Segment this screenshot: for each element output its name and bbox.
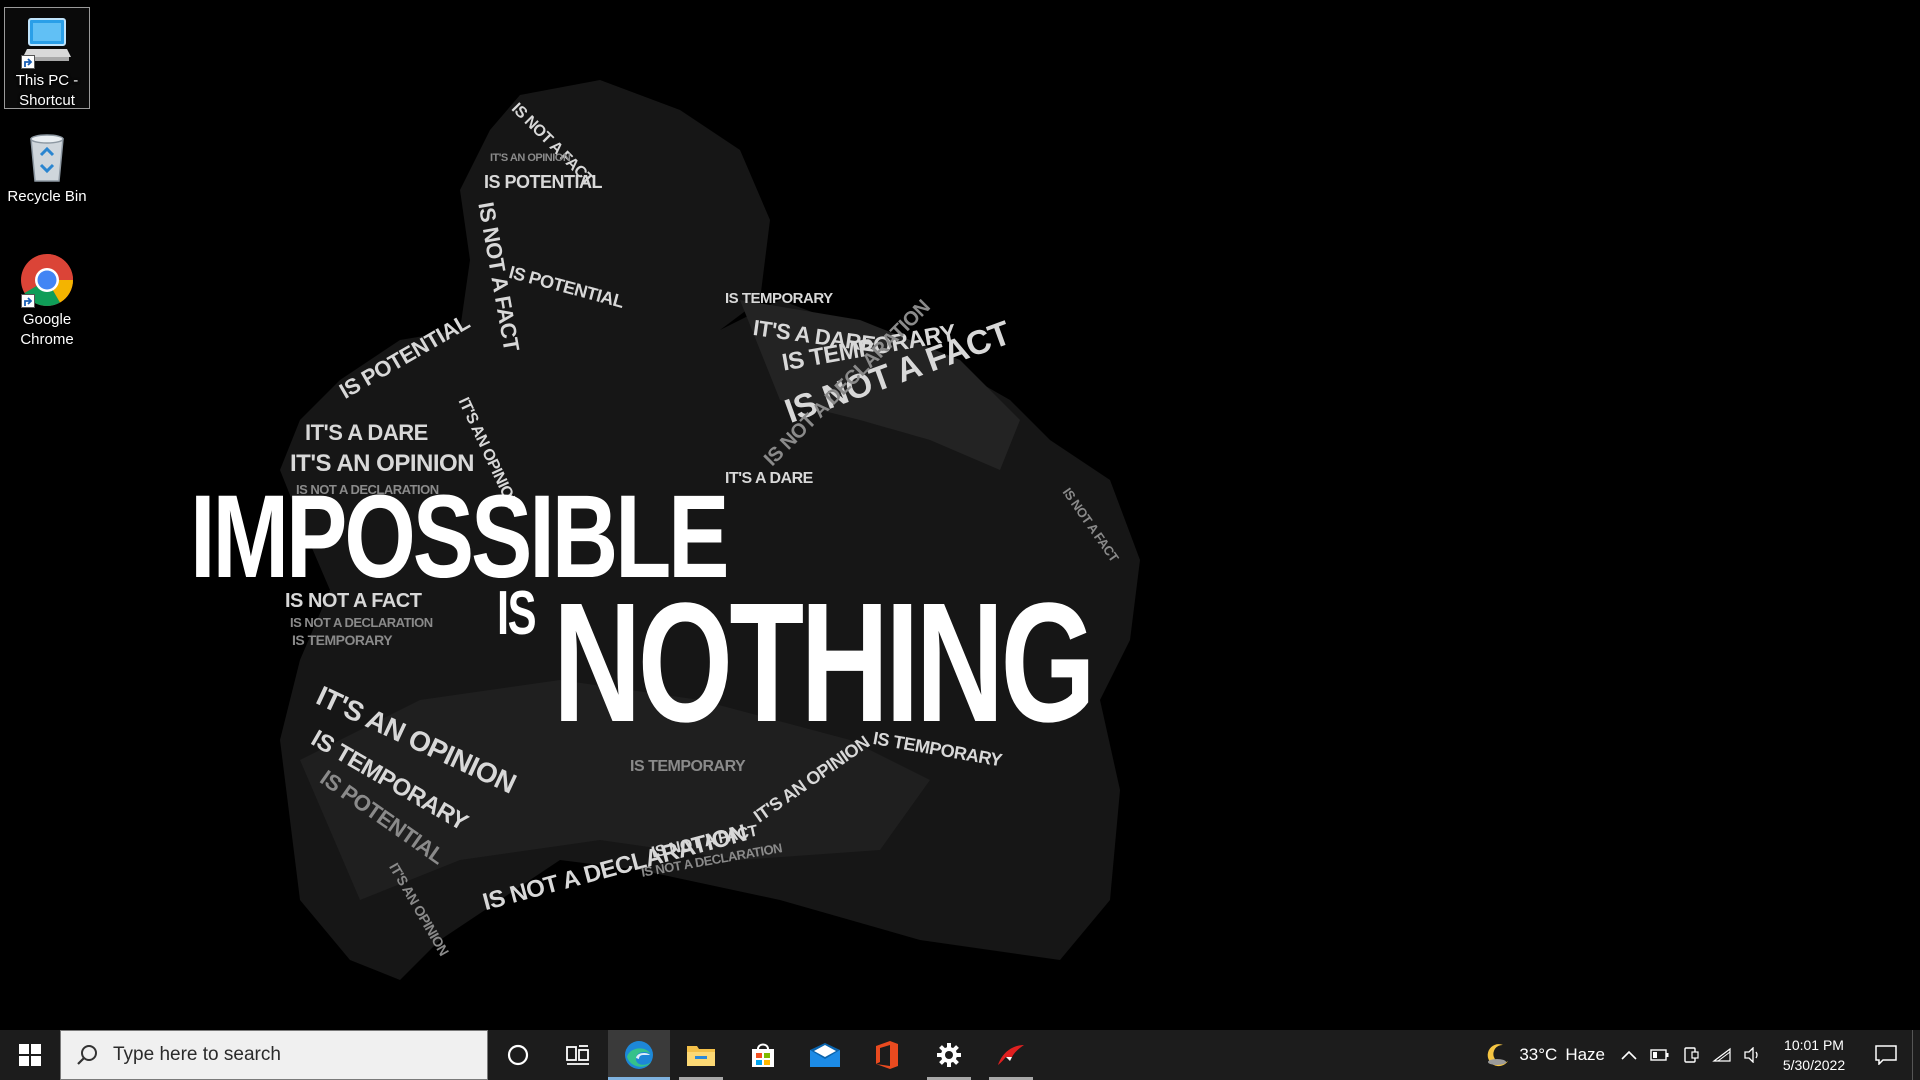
taskbar-app-mail[interactable]	[794, 1030, 856, 1080]
wc-phrase: IT'S A DARE	[305, 420, 428, 445]
task-view-icon	[566, 1045, 589, 1065]
cortana-button[interactable]	[488, 1030, 548, 1080]
clock-date: 5/30/2022	[1782, 1057, 1846, 1073]
tray-volume[interactable]	[1737, 1030, 1768, 1080]
action-center-button[interactable]	[1860, 1030, 1912, 1080]
wc-phrase: IS NOT A FACT	[1059, 485, 1122, 565]
taskbar-app-file-explorer[interactable]	[670, 1030, 732, 1080]
wc-phrase: IT'S AN OPINION	[490, 152, 571, 164]
edge-icon	[625, 1041, 653, 1069]
this-pc-icon	[19, 13, 75, 69]
taskbar-app-edge[interactable]	[608, 1030, 670, 1080]
task-view-button[interactable]	[548, 1030, 608, 1080]
recycle-bin-icon	[19, 129, 75, 185]
volume-icon	[1743, 1047, 1758, 1063]
desktop-icon-google-chrome[interactable]: Google Chrome	[4, 246, 90, 356]
wc-phrase: IS POTENTIAL	[506, 262, 626, 312]
taskbar-app-office[interactable]	[856, 1030, 918, 1080]
wc-phrase: IS POTENTIAL	[335, 309, 474, 404]
device-icon	[1683, 1047, 1699, 1063]
moon-icon	[1488, 1044, 1509, 1067]
tray-device[interactable]	[1675, 1030, 1706, 1080]
wc-phrase: IS TEMPORARY	[292, 632, 393, 648]
office-icon	[876, 1041, 898, 1069]
desktop-icon-recycle-bin[interactable]: Recycle Bin	[4, 123, 90, 213]
show-hidden-icons-button[interactable]	[1613, 1030, 1644, 1080]
taskbar-app-store[interactable]	[732, 1030, 794, 1080]
wifi-icon	[1711, 1047, 1731, 1062]
windows-logo-icon	[19, 1044, 41, 1066]
battery-icon	[1649, 1049, 1668, 1061]
shortcut-arrow-icon	[21, 55, 35, 69]
weather-temp: 33°C	[1519, 1045, 1558, 1064]
taskbar-app-red[interactable]	[980, 1030, 1042, 1080]
taskbar-clock[interactable]: 10:01 PM 5/30/2022	[1768, 1035, 1860, 1075]
chevron-up-icon	[1620, 1050, 1637, 1060]
show-desktop-button[interactable]	[1912, 1030, 1920, 1080]
desktop-wallpaper: IS NOT A FACT IT'S AN OPINION IS POTENTI…	[0, 0, 1920, 1030]
wc-phrase: IT'S A DARE	[725, 470, 813, 487]
file-explorer-icon	[687, 1046, 715, 1066]
desktop-icon-label: This PC - Shortcut	[15, 72, 79, 109]
store-icon	[752, 1043, 774, 1067]
mail-icon	[810, 1043, 840, 1067]
start-button[interactable]	[0, 1030, 60, 1080]
desktop-icon-label: Google Chrome	[20, 311, 74, 348]
headline-nothing: NOTHING	[553, 568, 1096, 758]
weather-widget[interactable]: 33°C Haze	[1477, 1030, 1613, 1080]
chrome-icon	[19, 252, 75, 308]
settings-icon	[937, 1043, 961, 1067]
desktop-icon-this-pc[interactable]: This PC - Shortcut	[4, 7, 90, 109]
headline-is: IS	[497, 579, 537, 648]
cortana-icon	[507, 1044, 529, 1066]
taskbar-app-settings[interactable]	[918, 1030, 980, 1080]
wc-phrase: IS POTENTIAL	[484, 172, 603, 192]
wc-phrase: IS NOT A DECLARATION	[290, 615, 433, 630]
taskbar: Type here to search 33°C Haze 10:01 PM 5…	[0, 1030, 1920, 1080]
clock-time: 10:01 PM	[1784, 1037, 1844, 1053]
tray-network[interactable]	[1706, 1030, 1737, 1080]
shortcut-arrow-icon	[21, 294, 35, 308]
taskbar-search-box[interactable]: Type here to search	[60, 1030, 488, 1080]
wc-phrase: IT'S AN OPINION	[386, 860, 453, 959]
desktop-icon-label: Recycle Bin	[7, 188, 87, 205]
wc-phrase: IS TEMPORARY	[630, 758, 746, 775]
tray-battery[interactable]	[1644, 1030, 1675, 1080]
weather-condition: Haze	[1565, 1045, 1605, 1064]
notification-icon	[1875, 1045, 1897, 1065]
system-tray: 33°C Haze 10:01 PM 5/30/2022	[1477, 1030, 1920, 1080]
wc-phrase: IS TEMPORARY	[725, 290, 833, 307]
app-icon	[998, 1045, 1024, 1065]
search-placeholder: Type here to search	[113, 1044, 281, 1065]
search-icon	[75, 1043, 99, 1067]
